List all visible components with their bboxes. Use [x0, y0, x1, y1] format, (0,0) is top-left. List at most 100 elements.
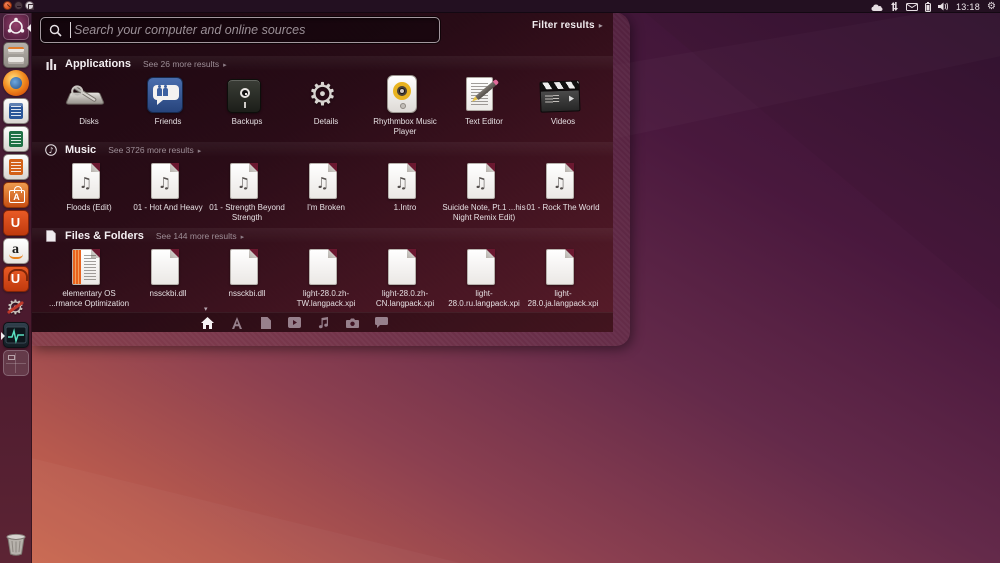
battery-icon[interactable] [925, 1, 931, 12]
music-file-icon: ♫ [308, 163, 337, 200]
chevron-right-icon: ▸ [197, 147, 202, 156]
applications-lens-button[interactable] [222, 313, 251, 333]
waveform-icon [5, 326, 26, 344]
home-icon [201, 316, 214, 329]
result-item-file[interactable]: light-28.0.zh-CN.langpack.xpi [362, 243, 441, 308]
plain-file-icon [387, 249, 416, 286]
close-button[interactable] [3, 1, 12, 10]
result-item-file[interactable]: light-28.0.ru.langpack.xpi [441, 243, 520, 308]
files-grid: elementary OS ...rmance Optimization nss… [32, 243, 613, 308]
scroll-down-indicator: ▾ [204, 304, 208, 313]
files-lens-button[interactable] [251, 313, 280, 333]
svg-text:♪: ♪ [49, 146, 54, 155]
software-center-launcher-icon[interactable]: A [2, 182, 29, 208]
amazon-launcher-icon[interactable]: a [2, 238, 29, 264]
result-item-details[interactable]: ⚙ Details [283, 71, 362, 136]
result-item-text-editor[interactable]: Text Editor [441, 71, 520, 136]
plain-file-icon [308, 249, 337, 286]
files-launcher-icon[interactable] [2, 42, 29, 68]
result-item-music[interactable]: ♫ I'm Broken [283, 157, 362, 222]
search-box[interactable] [40, 17, 440, 43]
chat-bubble-icon [375, 317, 388, 328]
network-arrows-icon[interactable] [890, 2, 899, 11]
music-file-icon: ♫ [229, 163, 258, 200]
result-item-music[interactable]: ♫ 01 - Rock The World [520, 157, 600, 222]
result-item-music[interactable]: ♫ Floods (Edit) [46, 157, 125, 222]
music-file-icon: ♫ [150, 163, 179, 200]
filter-results-label: Filter results [531, 20, 595, 31]
result-label: Disks [79, 117, 99, 126]
calc-sheet-icon [8, 131, 23, 147]
result-label: Floods (Edit) [66, 203, 112, 213]
see-more-link[interactable]: See 26 more results ▸ [143, 59, 227, 69]
session-gear-icon[interactable]: ⚙ [987, 1, 996, 12]
applications-lens-icon [44, 58, 58, 70]
text-editor-icon [464, 75, 498, 113]
result-item-music[interactable]: ♫ 1.Intro [362, 157, 441, 222]
videos-lens-button[interactable] [280, 313, 309, 333]
music-file-icon: ♫ [71, 163, 100, 200]
home-lens-button[interactable]: ▾ [193, 305, 222, 333]
workspace-switcher-launcher-icon[interactable] [2, 350, 29, 376]
file-icon [260, 316, 271, 329]
photos-lens-button[interactable] [338, 313, 367, 333]
files-section-header: Files & Folders See 144 more results ▸ [32, 228, 613, 244]
result-item-file[interactable]: light-28.0.ja.langpack.xpi [520, 243, 599, 308]
section-title: Music [65, 144, 97, 157]
result-item-videos[interactable]: Videos [520, 71, 599, 136]
details-gear-icon: ⚙ [308, 75, 337, 113]
result-label: Friends [154, 117, 182, 126]
volume-icon[interactable] [938, 2, 949, 11]
libreoffice-impress-launcher-icon[interactable] [2, 154, 29, 180]
libreoffice-calc-launcher-icon[interactable] [2, 126, 29, 152]
writer-doc-icon [8, 103, 23, 119]
music-file-icon: ♫ [387, 163, 416, 200]
globe-icon [9, 77, 22, 89]
mail-icon[interactable] [906, 2, 918, 11]
minimize-button[interactable] [14, 1, 23, 10]
result-item-file[interactable]: nssckbi.dll [125, 243, 204, 308]
result-label: Details [313, 117, 339, 126]
shopping-bag-icon: A [8, 186, 25, 203]
result-item-music[interactable]: ♫ 01 - Hot And Heavy [125, 157, 204, 222]
ubuntu-one-music-launcher-icon[interactable]: U [2, 266, 29, 292]
document-file-icon [71, 249, 100, 286]
see-more-link[interactable]: See 3726 more results ▸ [108, 145, 201, 155]
videos-clapperboard-icon [538, 80, 581, 113]
result-item-music[interactable]: ♫ 01 - Strength Beyond Strength [204, 157, 285, 222]
libreoffice-writer-launcher-icon[interactable] [2, 98, 29, 124]
filter-results-button[interactable]: Filter results ▸ [532, 20, 603, 31]
search-input[interactable] [71, 19, 439, 41]
result-label: nssckbi.dll [149, 289, 187, 299]
applications-icon [231, 316, 242, 329]
system-settings-launcher-icon[interactable]: ⚙ [3, 294, 29, 320]
result-item-file[interactable]: nssckbi.dll [204, 243, 283, 308]
clock[interactable]: 13:18 [956, 2, 980, 12]
trash-launcher-icon[interactable] [3, 531, 29, 557]
ubuntu-one-launcher-icon[interactable]: U [2, 210, 29, 236]
see-more-label: See 26 more results [143, 59, 220, 69]
system-monitor-launcher-icon[interactable] [0, 322, 29, 348]
result-label: light-28.0.zh-TW.langpack.xpi [296, 289, 356, 308]
result-item-file[interactable]: elementary OS ...rmance Optimization [46, 243, 129, 308]
music-lens-button[interactable] [309, 313, 338, 333]
result-item-file[interactable]: light-28.0.zh-TW.langpack.xpi [283, 243, 362, 308]
rhythmbox-icon [386, 75, 417, 113]
see-more-link[interactable]: See 144 more results ▸ [156, 231, 244, 241]
social-lens-button[interactable] [367, 313, 396, 333]
result-item-music[interactable]: ♫ Suicide Note, Pt.1 ...his Night Remix … [441, 157, 526, 222]
result-label: 01 - Rock The World [526, 203, 600, 213]
cloud-icon[interactable] [871, 3, 883, 11]
plain-file-icon [229, 249, 258, 286]
result-item-friends[interactable]: Friends [125, 71, 204, 136]
firefox-launcher-icon[interactable] [2, 70, 29, 96]
result-item-backups[interactable]: Backups [204, 71, 283, 136]
maximize-button[interactable] [25, 1, 34, 10]
window-controls [3, 1, 34, 10]
result-item-rhythmbox[interactable]: Rhythmbox Music Player [362, 71, 441, 136]
dash-home-button[interactable] [2, 14, 31, 40]
drawer-icon [7, 47, 24, 54]
result-item-disks[interactable]: Disks [46, 71, 125, 136]
workspace-window-icon [7, 355, 15, 360]
bag-letter: A [13, 192, 20, 202]
